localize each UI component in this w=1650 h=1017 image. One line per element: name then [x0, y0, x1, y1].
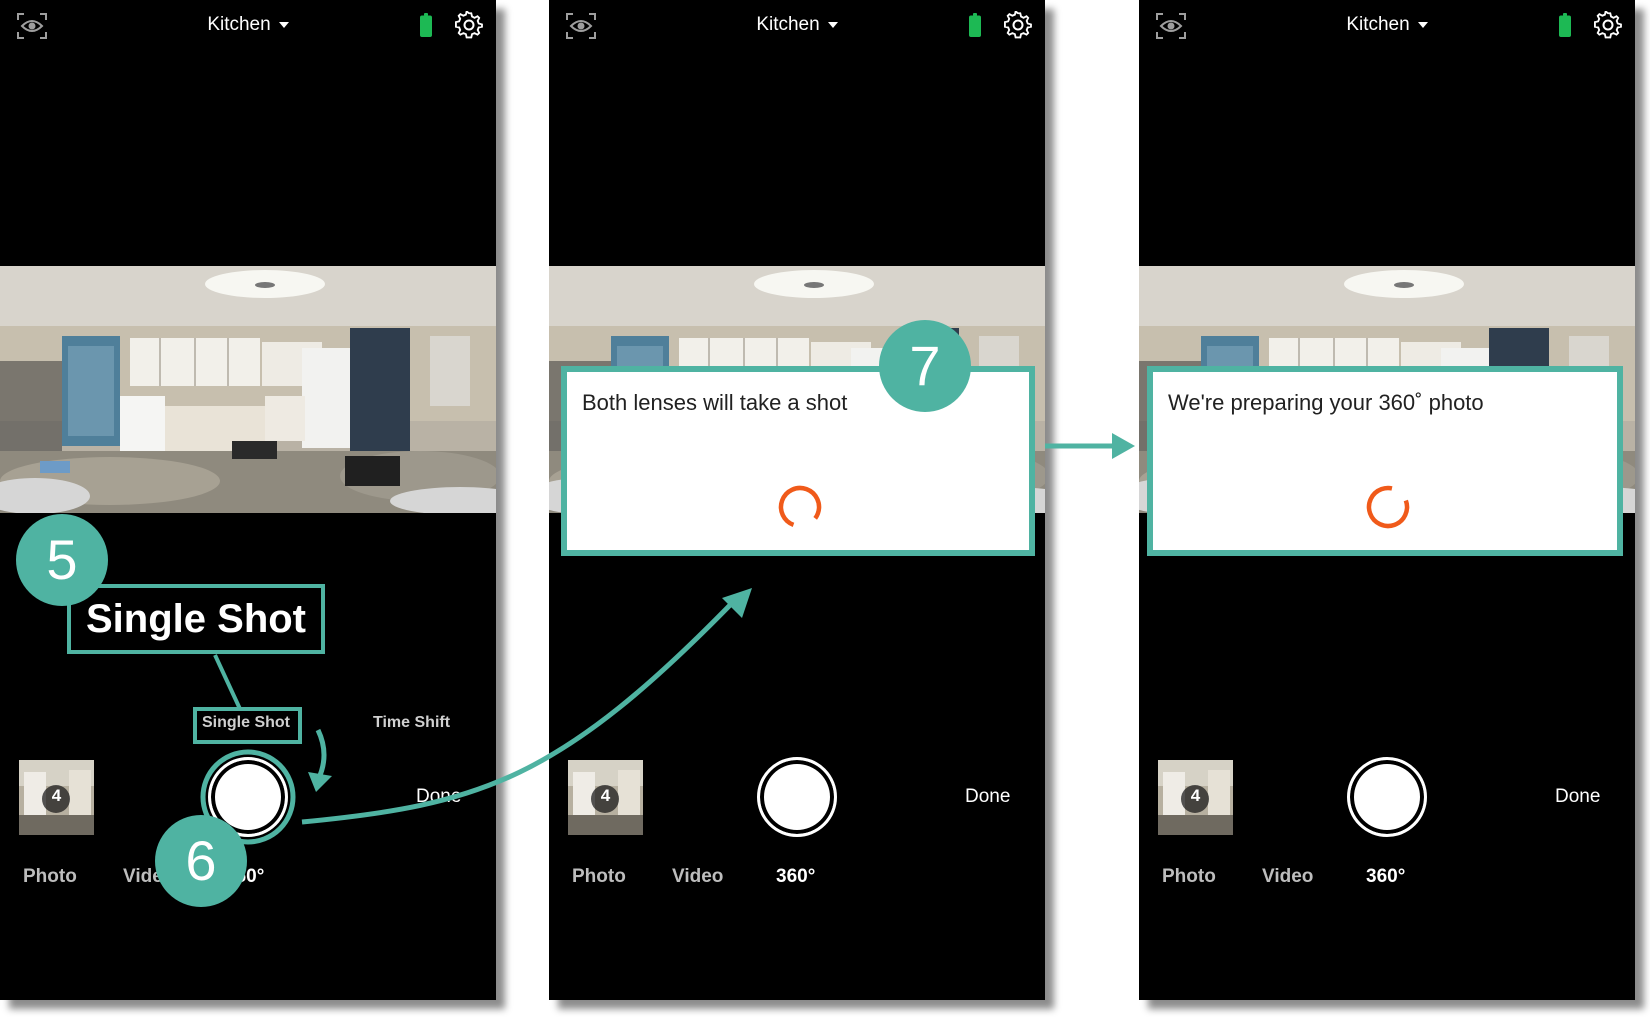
mode-photo[interactable]: Photo — [1162, 866, 1216, 888]
submode-time-shift[interactable]: Time Shift — [373, 714, 450, 732]
dialog-message: We're preparing your 360˚ photo — [1168, 390, 1484, 415]
mode-video[interactable]: Video — [672, 866, 723, 888]
flow-arrowhead — [1112, 433, 1135, 459]
battery-icon — [969, 13, 981, 37]
screen-processing: Kitchen We're preparing your 360˚ photo … — [1139, 0, 1635, 1000]
loading-spinner-icon — [1366, 485, 1410, 529]
thumbnail-count: 4 — [600, 786, 611, 805]
shutter-button[interactable] — [757, 757, 837, 837]
gallery-thumbnail[interactable]: 4 — [568, 760, 643, 835]
location-label: Kitchen — [1346, 14, 1410, 35]
top-bar: Kitchen — [549, 0, 1045, 52]
step-badge-7: 7 — [879, 320, 971, 412]
battery-icon — [420, 13, 432, 37]
location-label: Kitchen — [207, 14, 271, 35]
step-badge-6: 6 — [155, 815, 247, 907]
mode-360[interactable]: 360° — [1366, 866, 1405, 888]
battery-icon — [1559, 13, 1571, 37]
screen-capturing: Kitchen Both lenses will take a shot 4 D… — [549, 0, 1045, 1000]
submode-label: Single Shot — [202, 714, 290, 731]
chevron-down-icon — [827, 21, 838, 28]
submode-label: Time Shift — [373, 714, 451, 731]
done-button[interactable]: Done — [965, 786, 1010, 808]
done-button[interactable]: Done — [416, 786, 461, 808]
gear-icon[interactable] — [1004, 11, 1032, 39]
mode-video[interactable]: Video — [1262, 866, 1313, 888]
screen-camera-mode-select: Kitchen Single Shot Time Shift 4 Done Ph… — [0, 0, 496, 1000]
mode-360[interactable]: 360° — [776, 866, 815, 888]
top-bar: Kitchen — [1139, 0, 1635, 52]
submode-single-shot[interactable]: Single Shot — [202, 714, 290, 732]
panorama-preview — [0, 266, 496, 513]
thumbnail-count: 4 — [51, 786, 62, 805]
callout-label: Single Shot — [86, 597, 306, 641]
mode-photo[interactable]: Photo — [23, 866, 77, 888]
gear-icon[interactable] — [455, 11, 483, 39]
location-label: Kitchen — [756, 14, 820, 35]
gear-icon[interactable] — [1594, 11, 1622, 39]
done-button[interactable]: Done — [1555, 786, 1600, 808]
shutter-button[interactable] — [1347, 757, 1427, 837]
mode-photo[interactable]: Photo — [572, 866, 626, 888]
chevron-down-icon — [278, 21, 289, 28]
dialog-message: Both lenses will take a shot — [582, 390, 848, 415]
thumbnail-count: 4 — [1190, 786, 1201, 805]
top-bar: Kitchen — [0, 0, 496, 52]
capture-dialog: Both lenses will take a shot — [561, 366, 1035, 556]
loading-spinner-icon — [778, 485, 822, 529]
gallery-thumbnail[interactable]: 4 — [1158, 760, 1233, 835]
chevron-down-icon — [1417, 21, 1428, 28]
gallery-thumbnail[interactable]: 4 — [19, 760, 94, 835]
processing-dialog: We're preparing your 360˚ photo — [1147, 366, 1623, 556]
step-badge-5: 5 — [16, 514, 108, 606]
single-shot-callout: Single Shot — [67, 584, 325, 654]
